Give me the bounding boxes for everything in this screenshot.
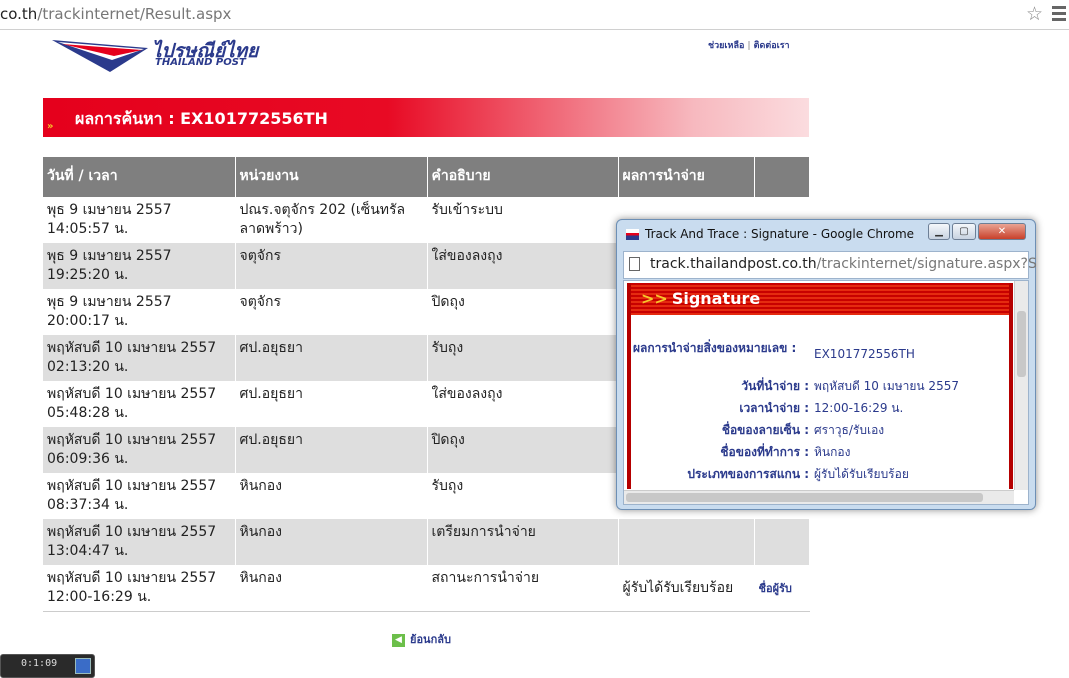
- vertical-scrollbar[interactable]: [1014, 281, 1028, 490]
- cell-office: หินกอง: [235, 473, 428, 519]
- signature-title: Signature: [671, 289, 761, 308]
- info-value: 12:00-16:29 น.: [814, 401, 904, 415]
- cell-description: รับถุง: [427, 473, 619, 519]
- header-signature: [754, 157, 810, 197]
- popup-window-title: Track And Trace : Signature - Google Chr…: [645, 227, 915, 241]
- bookmark-star-icon[interactable]: ☆: [1026, 3, 1043, 25]
- info-row: วันที่นำจ่าย : พฤหัสบดี 10 เมษายน 2557: [631, 377, 1009, 397]
- cell-datetime: พฤหัสบดี 10 เมษายน 2557 06:09:36 น.: [43, 427, 236, 473]
- cell-description: ปิดถุง: [427, 289, 619, 335]
- info-value: หินกอง: [814, 445, 851, 459]
- signature-heading: >> Signature: [631, 283, 1009, 315]
- maximize-button[interactable]: ▢: [952, 223, 976, 240]
- cell-datetime: พฤหัสบดี 10 เมษายน 2557 08:37:34 น.: [43, 473, 236, 519]
- info-label: ชื่อของที่ทำการ :: [720, 445, 809, 459]
- info-label: ชื่อของลายเซ็น :: [721, 423, 809, 437]
- horizontal-scrollbar-thumb[interactable]: [626, 493, 983, 502]
- contact-link[interactable]: ติดต่อเรา: [754, 41, 790, 51]
- cell-datetime: พฤหัสบดี 10 เมษายน 2557 02:13:20 น.: [43, 335, 236, 381]
- page-document-icon: [629, 257, 640, 271]
- thailand-post-logo[interactable]: ไปรษณีย์ไทย THAILAND POST: [52, 38, 258, 72]
- top-links: ช่วยเหลือ | ติดต่อเรา: [708, 38, 790, 52]
- cell-datetime: พุธ 9 เมษายน 2557 20:00:17 น.: [43, 289, 236, 335]
- cell-datetime: พุธ 9 เมษายน 2557 14:05:57 น.: [43, 197, 236, 243]
- widget-app-icon[interactable]: [75, 658, 91, 674]
- cell-office: จตุจักร: [235, 243, 428, 289]
- cell-description: รับถุง: [427, 335, 619, 381]
- info-value: ผู้รับได้รับเรียบร้อย: [814, 467, 909, 481]
- header-delivery-result: ผลการนำจ่าย: [618, 157, 755, 197]
- cell-office: ศป.อยุธยา: [235, 335, 428, 381]
- table-row: พฤหัสบดี 10 เมษายน 2557 13:04:47 น. หินกอ…: [43, 519, 810, 565]
- cell-description: ใส่ของลงถุง: [427, 381, 619, 427]
- header-datetime: วันที่ / เวลา: [43, 157, 236, 197]
- info-value: ศราวุธ/รับเอง: [814, 423, 885, 437]
- cell-office: ศป.อยุธยา: [235, 381, 428, 427]
- cell-result: [618, 519, 755, 565]
- logo-wing-icon: [52, 40, 148, 72]
- cell-office: ศป.อยุธยา: [235, 427, 428, 473]
- double-arrow-icon: »: [47, 121, 54, 132]
- info-row: ประเภทของการสแกน : ผู้รับได้รับเรียบร้อย: [631, 465, 1009, 485]
- table-row: พฤหัสบดี 10 เมษายน 2557 12:00-16:29 น. หิ…: [43, 565, 810, 612]
- widget-time: 0:1:09: [21, 658, 58, 669]
- menu-icon[interactable]: [1052, 6, 1066, 24]
- info-row: ชื่อของที่ทำการ : หินกอง: [631, 443, 1009, 463]
- media-widget[interactable]: 0:1:09: [0, 654, 95, 678]
- cell-description: สถานะการนำจ่าย: [427, 565, 619, 612]
- cell-description: รับเข้าระบบ: [427, 197, 619, 243]
- horizontal-scrollbar[interactable]: [624, 490, 1014, 504]
- cell-datetime: พุธ 9 เมษายน 2557 19:25:20 น.: [43, 243, 236, 289]
- result-banner: » ผลการค้นหา : EX101772556TH: [43, 98, 809, 137]
- cell-description: เตรียมการนำจ่าย: [427, 519, 619, 565]
- cell-office: ปณร.จตุจักร 202 (เซ็นทรัลลาดพร้าว): [235, 197, 428, 243]
- cell-description: ใส่ของลงถุง: [427, 243, 619, 289]
- popup-url-text[interactable]: track.thailandpost.co.th/trackinternet/s…: [650, 256, 1037, 272]
- cell-office: หินกอง: [235, 565, 428, 612]
- url-text[interactable]: co.th/trackinternet/Result.aspx: [0, 5, 231, 23]
- result-title: ผลการค้นหา : EX101772556TH: [75, 109, 328, 128]
- info-row: ชื่อของลายเซ็น : ศราวุธ/รับเอง: [631, 421, 1009, 441]
- info-row: ผลการนำจ่ายสิ่งของหมายเลข : EX101772556T…: [631, 339, 1009, 369]
- info-row: เวลานำจ่าย : 12:00-16:29 น.: [631, 399, 1009, 419]
- back-arrow-icon: ◀: [392, 633, 405, 647]
- cell-description: ปิดถุง: [427, 427, 619, 473]
- browser-address-bar[interactable]: co.th/trackinternet/Result.aspx ☆: [0, 0, 1069, 30]
- popup-address-bar[interactable]: track.thailandpost.co.th/trackinternet/s…: [623, 251, 1037, 279]
- receiver-name-link[interactable]: ชื่อผู้รับ: [754, 565, 810, 612]
- back-link[interactable]: ◀ ย้อนกลับ: [392, 630, 451, 648]
- cell-signature: [754, 519, 810, 565]
- heading-arrows-icon: >>: [641, 289, 668, 308]
- thailand-post-favicon-icon: [626, 229, 639, 240]
- cell-office: จตุจักร: [235, 289, 428, 335]
- link-separator: |: [747, 41, 751, 51]
- popup-content: >> Signature ผลการนำจ่ายสิ่งของหมายเลข : …: [623, 280, 1029, 505]
- info-label: เวลานำจ่าย :: [739, 401, 809, 415]
- vertical-scrollbar-thumb[interactable]: [1017, 311, 1026, 377]
- close-button[interactable]: ✕: [978, 223, 1026, 240]
- cell-result: ผู้รับได้รับเรียบร้อย: [618, 565, 755, 612]
- table-header-row: วันที่ / เวลา หน่วยงาน คำอธิบาย ผลการนำจ…: [43, 157, 810, 197]
- logo-english-text: THAILAND POST: [155, 57, 246, 68]
- info-value: EX101772556TH: [814, 347, 915, 361]
- help-link[interactable]: ช่วยเหลือ: [708, 41, 744, 51]
- back-link-label: ย้อนกลับ: [410, 633, 451, 646]
- info-value: พฤหัสบดี 10 เมษายน 2557: [814, 379, 959, 393]
- signature-frame: >> Signature ผลการนำจ่ายสิ่งของหมายเลข : …: [627, 283, 1013, 489]
- cell-datetime: พฤหัสบดี 10 เมษายน 2557 12:00-16:29 น.: [43, 565, 236, 612]
- header-office: หน่วยงาน: [235, 157, 428, 197]
- info-label: วันที่นำจ่าย :: [741, 379, 809, 393]
- header-description: คำอธิบาย: [427, 157, 619, 197]
- signature-popup-window[interactable]: Track And Trace : Signature - Google Chr…: [616, 219, 1037, 510]
- info-label: ผลการนำจ่ายสิ่งของหมายเลข :: [633, 341, 797, 355]
- minimize-button[interactable]: ▁: [928, 223, 950, 240]
- cell-office: หินกอง: [235, 519, 428, 565]
- cell-datetime: พฤหัสบดี 10 เมษายน 2557 13:04:47 น.: [43, 519, 236, 565]
- cell-datetime: พฤหัสบดี 10 เมษายน 2557 05:48:28 น.: [43, 381, 236, 427]
- info-label: ประเภทของการสแกน :: [687, 467, 809, 481]
